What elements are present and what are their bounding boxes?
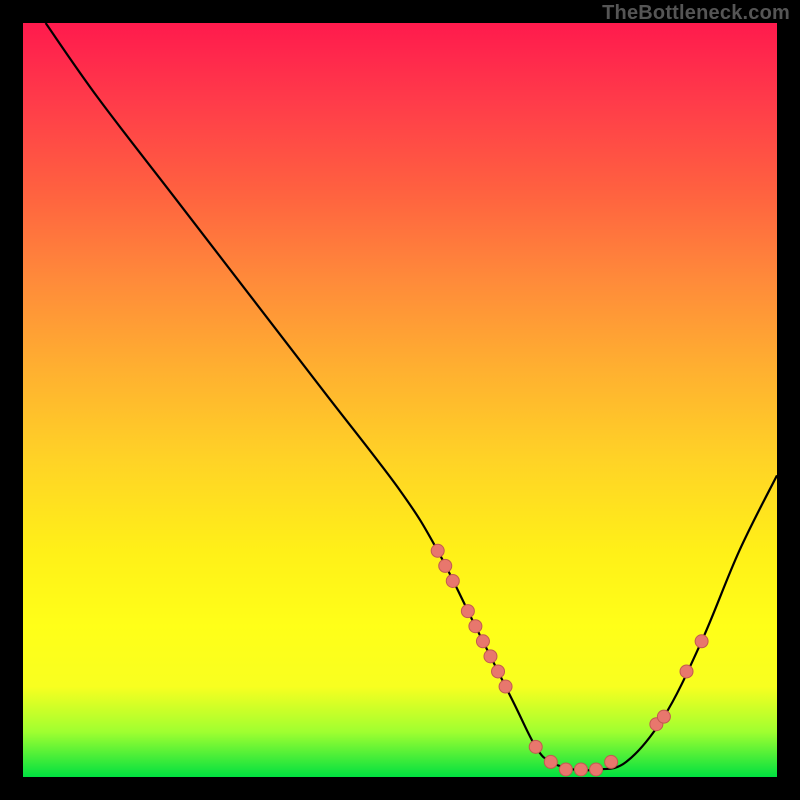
bottleneck-curve: [46, 23, 777, 770]
data-point: [695, 635, 708, 648]
data-point: [499, 680, 512, 693]
data-point: [680, 665, 693, 678]
data-point: [590, 763, 603, 776]
data-point: [431, 544, 444, 557]
chart-svg: [0, 0, 800, 800]
data-point: [484, 650, 497, 663]
data-point: [559, 763, 572, 776]
data-point: [492, 665, 505, 678]
data-point: [574, 763, 587, 776]
data-point: [439, 559, 452, 572]
data-point: [469, 620, 482, 633]
data-point: [529, 740, 542, 753]
data-point: [657, 710, 670, 723]
data-point: [461, 605, 474, 618]
data-point: [544, 755, 557, 768]
data-point: [446, 574, 459, 587]
data-point: [605, 755, 618, 768]
data-point: [476, 635, 489, 648]
